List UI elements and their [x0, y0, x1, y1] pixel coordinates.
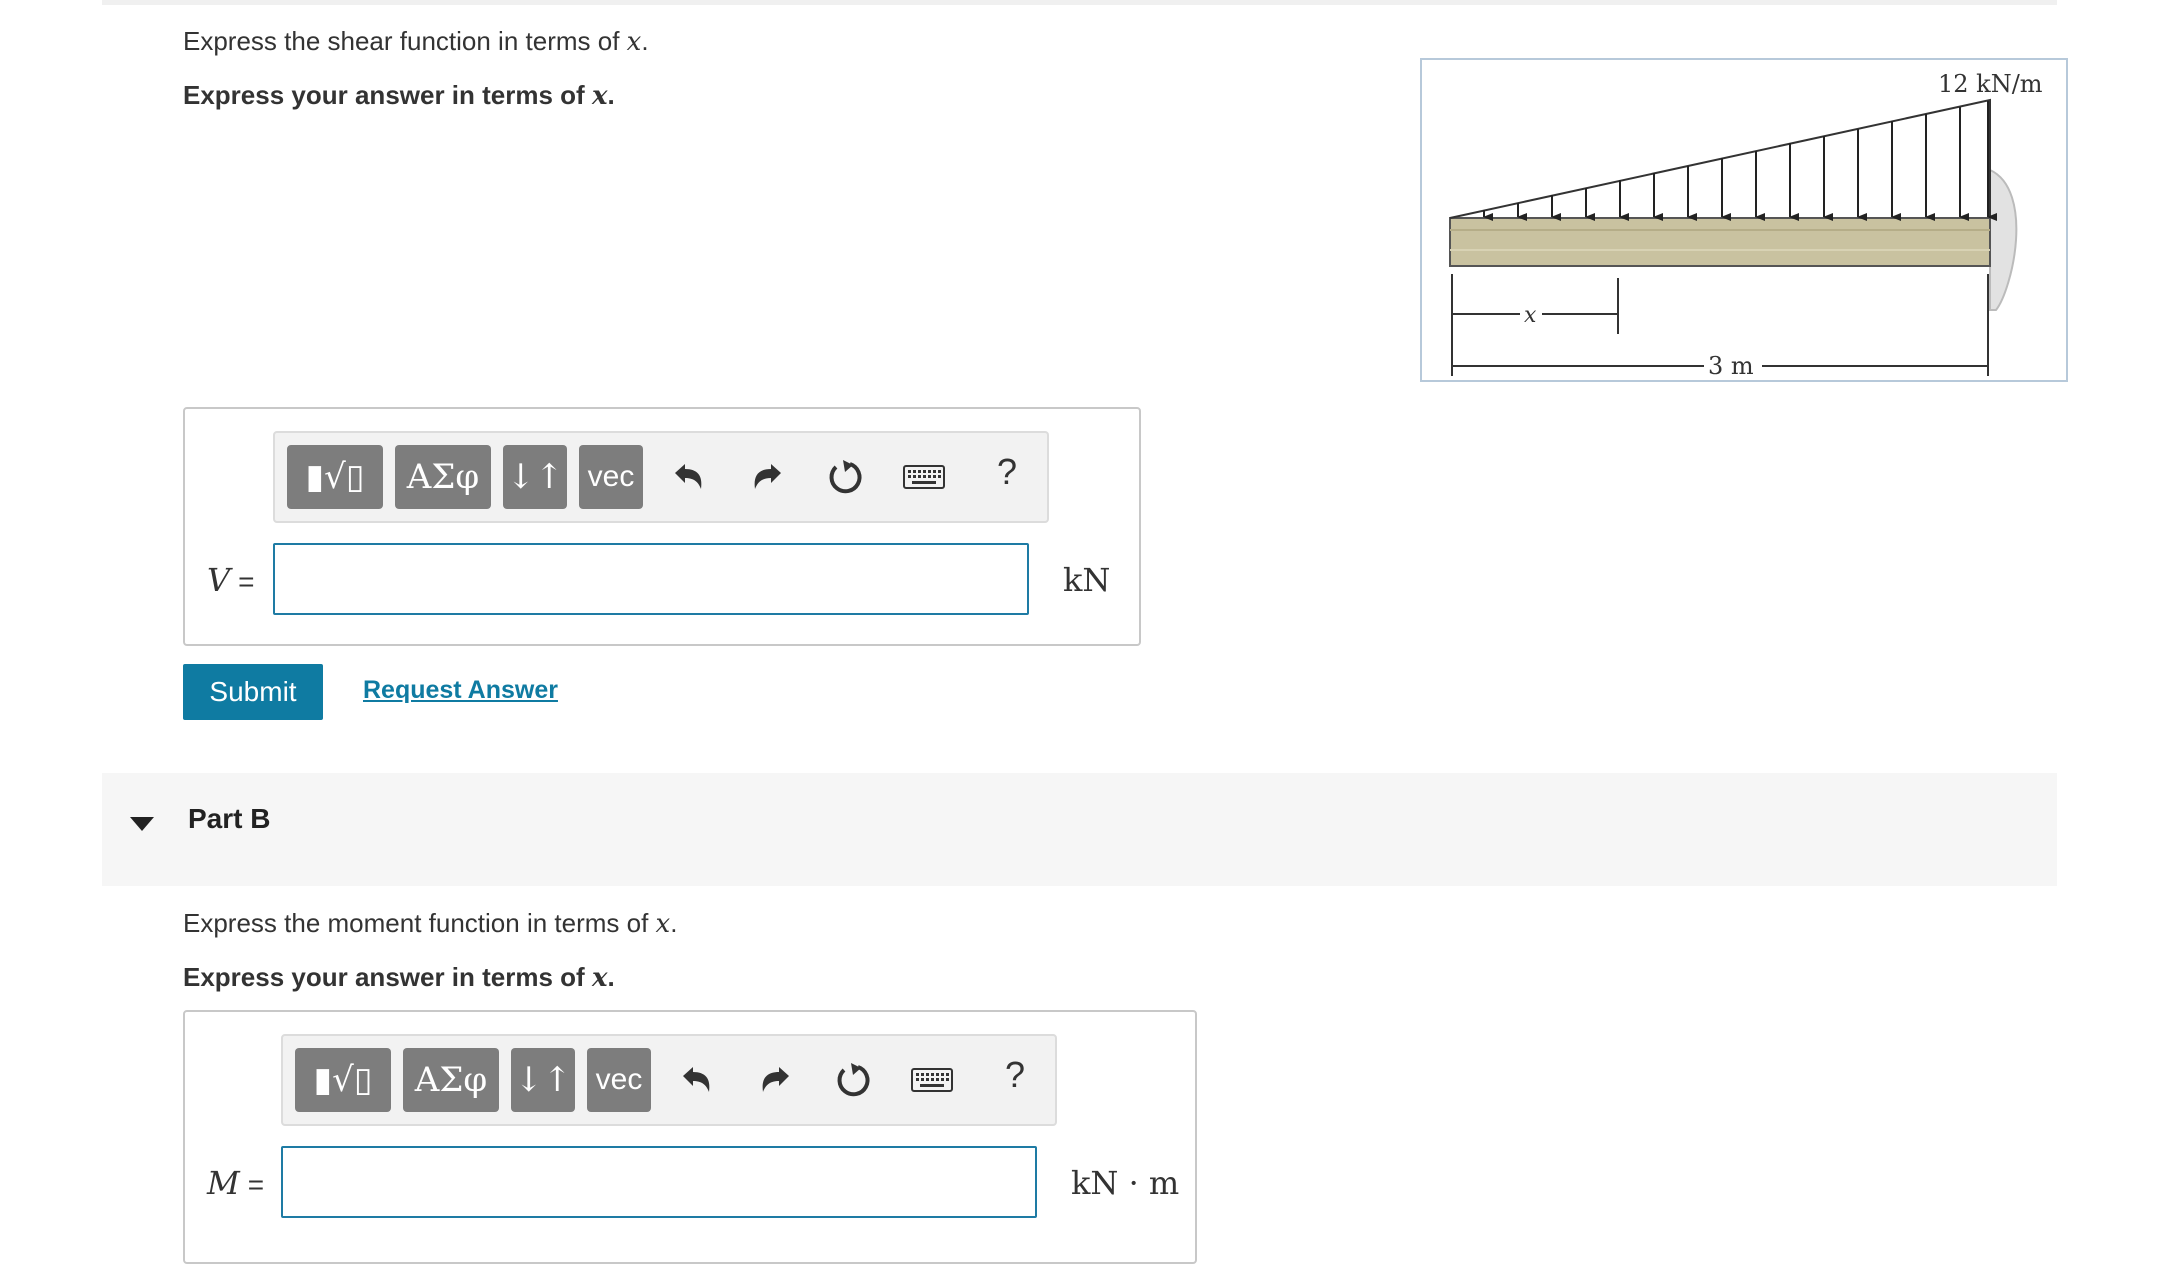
reset-icon[interactable] — [823, 455, 867, 499]
load-envelope — [1449, 98, 1991, 219]
redo-icon[interactable] — [745, 455, 789, 499]
x-dimension-label: x — [1524, 303, 1537, 328]
redo-icon[interactable] — [753, 1058, 797, 1102]
part-b-question: Express the moment function in terms of … — [183, 908, 678, 939]
request-answer-link[interactable]: Request Answer — [363, 676, 558, 705]
length-dimension-label: 3 m — [1708, 352, 1754, 380]
part-b-header[interactable]: Part B — [102, 773, 2057, 886]
reset-icon[interactable] — [831, 1058, 875, 1102]
subscript-superscript-button[interactable]: ↓↑ — [511, 1048, 575, 1112]
part-b-math-toolbar: ▮√▯ ΑΣφ ↓↑ vec ? — [281, 1034, 1057, 1126]
keyboard-icon[interactable] — [909, 1058, 955, 1102]
subscript-superscript-button[interactable]: ↓↑ — [503, 445, 567, 509]
undo-icon[interactable] — [675, 1058, 719, 1102]
part-a-answer-box: ▮√▯ ΑΣφ ↓↑ vec ? V = kN — [183, 407, 1141, 646]
vector-button[interactable]: vec — [579, 445, 643, 509]
vector-button[interactable]: vec — [587, 1048, 651, 1112]
part-b-answer-input[interactable] — [281, 1146, 1037, 1218]
part-a-answer-input[interactable] — [273, 543, 1029, 615]
beam-diagram: 12 kN/m x 3 m — [1449, 70, 2043, 380]
help-button[interactable]: ? — [1005, 1054, 1025, 1096]
part-b-answer-box: ▮√▯ ΑΣφ ↓↑ vec ? M = kN · m — [183, 1010, 1197, 1264]
keyboard-icon[interactable] — [901, 455, 947, 499]
top-divider — [102, 0, 2057, 5]
greek-symbols-button[interactable]: ΑΣφ — [395, 445, 491, 509]
wall-support — [1989, 168, 2018, 311]
undo-icon[interactable] — [667, 455, 711, 499]
part-b-variable-label: M = — [207, 1164, 265, 1202]
part-a-unit: kN — [1063, 561, 1111, 599]
part-a-math-toolbar: ▮√▯ ΑΣφ ↓↑ vec ? — [273, 431, 1049, 523]
beam — [1449, 217, 1991, 267]
part-a-variable-label: V = — [207, 561, 255, 599]
caret-down-icon[interactable] — [130, 817, 154, 838]
part-b-instruction: Express your answer in terms of x. — [183, 962, 615, 993]
greek-symbols-button[interactable]: ΑΣφ — [403, 1048, 499, 1112]
help-button[interactable]: ? — [997, 451, 1017, 493]
submit-button[interactable]: Submit — [183, 664, 323, 720]
templates-button[interactable]: ▮√▯ — [295, 1048, 391, 1112]
part-a-question: Express the shear function in terms of x… — [183, 26, 649, 57]
templates-button[interactable]: ▮√▯ — [287, 445, 383, 509]
beam-figure: 12 kN/m x 3 m — [1420, 58, 2068, 382]
load-arrows — [1483, 101, 1997, 221]
part-a-instruction: Express your answer in terms of x. — [183, 80, 615, 111]
load-label: 12 kN/m — [1938, 70, 2043, 98]
part-b-title: Part B — [188, 803, 271, 834]
part-b-unit: kN · m — [1071, 1164, 1180, 1202]
